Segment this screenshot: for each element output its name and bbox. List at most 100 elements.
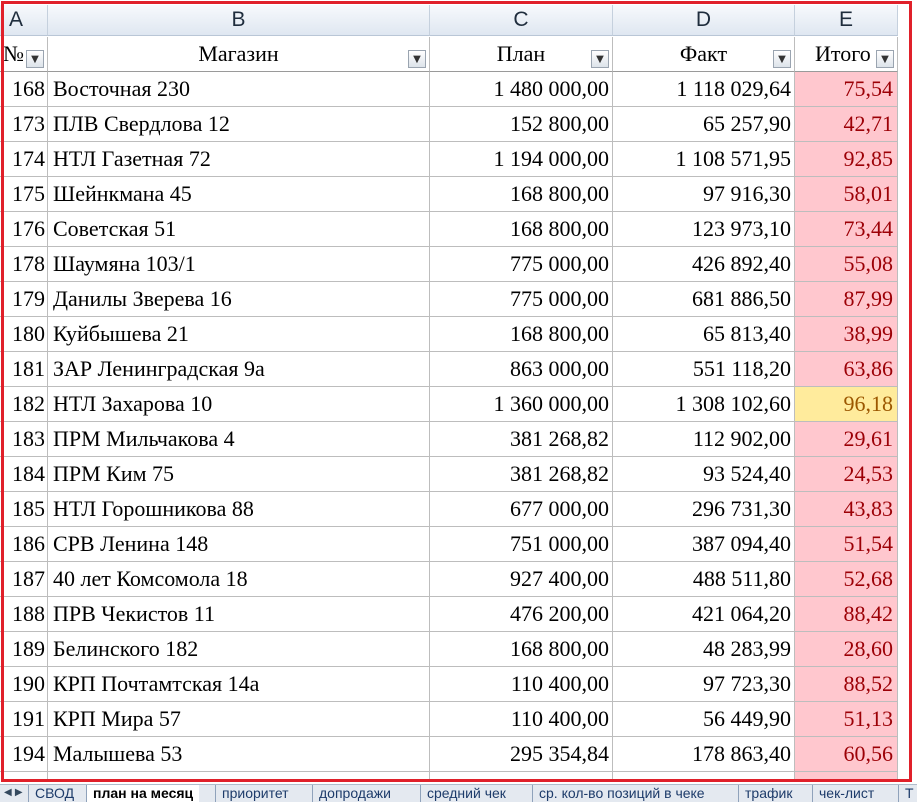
cell-shop[interactable]: КРП Мира 57 [48,702,430,737]
cell-fact[interactable]: 123 973,10 [613,212,795,247]
sheet-tab[interactable]: Т [898,785,917,802]
sheet-tab[interactable]: приоритет [215,785,295,802]
cell-shop[interactable]: ПЛВ Свердлова 12 [48,107,430,142]
sheet-tab[interactable]: чек-лист [812,785,880,802]
cell-total[interactable]: 51,54 [795,527,898,562]
cell-fact[interactable]: 681 886,50 [613,282,795,317]
cell-number[interactable]: 184 [0,457,48,492]
cell-total[interactable]: 88,42 [795,597,898,632]
cell-plan[interactable]: 381 268,82 [430,422,613,457]
cell-total[interactable]: 38,99 [795,317,898,352]
cell-plan[interactable]: 927 400,00 [430,562,613,597]
cell-fact[interactable]: 1 308 102,60 [613,387,795,422]
cell-number[interactable]: 179 [0,282,48,317]
cell-number[interactable]: 186 [0,527,48,562]
cell-plan[interactable]: 751 000,00 [430,527,613,562]
cell-shop[interactable]: Восточная 230 [48,72,430,107]
filter-dropdown-icon[interactable]: ▼ [26,50,44,68]
cell-shop[interactable]: НТЛ Горошникова 88 [48,492,430,527]
cell-total[interactable]: 87,99 [795,282,898,317]
filter-dropdown-icon[interactable]: ▼ [591,50,609,68]
cell-number[interactable]: 180 [0,317,48,352]
cell-shop[interactable]: ПРМ Мильчакова 4 [48,422,430,457]
cell-total[interactable]: 96,18 [795,387,898,422]
cell-plan[interactable]: 1 480 000,00 [430,72,613,107]
cell-number[interactable]: 174 [0,142,48,177]
cell-shop[interactable]: КРП Почтамтская 14а [48,667,430,702]
cell-number[interactable]: 178 [0,247,48,282]
cell-fact[interactable]: 65 257,90 [613,107,795,142]
cell-shop[interactable]: СРВ Ленина 148 [48,527,430,562]
cell-fact[interactable]: 551 118,20 [613,352,795,387]
cell-shop[interactable]: Малышева 53 [48,737,430,772]
empty-cell[interactable] [0,772,48,780]
cell-total[interactable]: 55,08 [795,247,898,282]
cell-fact[interactable]: 296 731,30 [613,492,795,527]
cell-fact[interactable]: 97 916,30 [613,177,795,212]
cell-plan[interactable]: 110 400,00 [430,702,613,737]
cell-total[interactable]: 43,83 [795,492,898,527]
cell-total[interactable]: 60,56 [795,737,898,772]
sheet-tab[interactable]: план на месяц [86,785,200,802]
cell-fact[interactable]: 93 524,40 [613,457,795,492]
cell-shop[interactable]: Куйбышева 21 [48,317,430,352]
cell-plan[interactable]: 295 354,84 [430,737,613,772]
cell-shop[interactable]: ПРМ Ким 75 [48,457,430,492]
cell-total[interactable]: 75,54 [795,72,898,107]
filter-dropdown-icon[interactable]: ▼ [773,50,791,68]
cell-plan[interactable]: 775 000,00 [430,247,613,282]
cell-plan[interactable]: 476 200,00 [430,597,613,632]
cell-fact[interactable]: 1 108 571,95 [613,142,795,177]
tab-scroll-icon[interactable]: ◀ ▶ [4,787,23,798]
column-header-b[interactable]: B [48,5,430,36]
sheet-tab[interactable]: ср. кол-во позиций в чеке [532,785,711,802]
column-header-e[interactable]: E [795,5,898,36]
cell-total[interactable]: 29,61 [795,422,898,457]
cell-fact[interactable]: 56 449,90 [613,702,795,737]
cell-number[interactable]: 190 [0,667,48,702]
cell-plan[interactable]: 152 800,00 [430,107,613,142]
cell-shop[interactable]: Данилы Зверева 16 [48,282,430,317]
cell-shop[interactable]: Шаумяна 103/1 [48,247,430,282]
cell-number[interactable]: 168 [0,72,48,107]
cell-number[interactable]: 183 [0,422,48,457]
cell-fact[interactable]: 65 813,40 [613,317,795,352]
sheet-tab[interactable]: допродажи [312,785,397,802]
empty-cell[interactable] [430,772,613,780]
cell-fact[interactable]: 488 511,80 [613,562,795,597]
cell-total[interactable]: 58,01 [795,177,898,212]
cell-fact[interactable]: 426 892,40 [613,247,795,282]
cell-plan[interactable]: 168 800,00 [430,632,613,667]
cell-fact[interactable]: 1 118 029,64 [613,72,795,107]
empty-cell[interactable] [613,772,795,780]
cell-fact[interactable]: 48 283,99 [613,632,795,667]
cell-plan[interactable]: 775 000,00 [430,282,613,317]
cell-number[interactable]: 194 [0,737,48,772]
cell-number[interactable]: 181 [0,352,48,387]
cell-shop[interactable]: Белинского 182 [48,632,430,667]
cell-total[interactable]: 28,60 [795,632,898,667]
cell-total[interactable]: 63,86 [795,352,898,387]
column-header-a[interactable]: A [0,5,48,36]
sheet-tab[interactable]: СВОД [28,785,80,802]
cell-plan[interactable]: 863 000,00 [430,352,613,387]
cell-number[interactable]: 176 [0,212,48,247]
cell-plan[interactable]: 677 000,00 [430,492,613,527]
cell-total[interactable]: 42,71 [795,107,898,142]
cell-plan[interactable]: 1 360 000,00 [430,387,613,422]
cell-number[interactable]: 187 [0,562,48,597]
cell-number[interactable]: 185 [0,492,48,527]
cell-plan[interactable]: 168 800,00 [430,317,613,352]
cell-number[interactable]: 191 [0,702,48,737]
cell-fact[interactable]: 178 863,40 [613,737,795,772]
empty-cell[interactable] [795,772,898,780]
cell-number[interactable]: 189 [0,632,48,667]
filter-dropdown-icon[interactable]: ▼ [876,50,894,68]
cell-number[interactable]: 173 [0,107,48,142]
cell-shop[interactable]: ЗАР Ленинградская 9а [48,352,430,387]
sheet-tab[interactable]: средний чек [420,785,512,802]
cell-fact[interactable]: 112 902,00 [613,422,795,457]
cell-plan[interactable]: 381 268,82 [430,457,613,492]
cell-number[interactable]: 188 [0,597,48,632]
sheet-tab[interactable]: трафик [738,785,798,802]
